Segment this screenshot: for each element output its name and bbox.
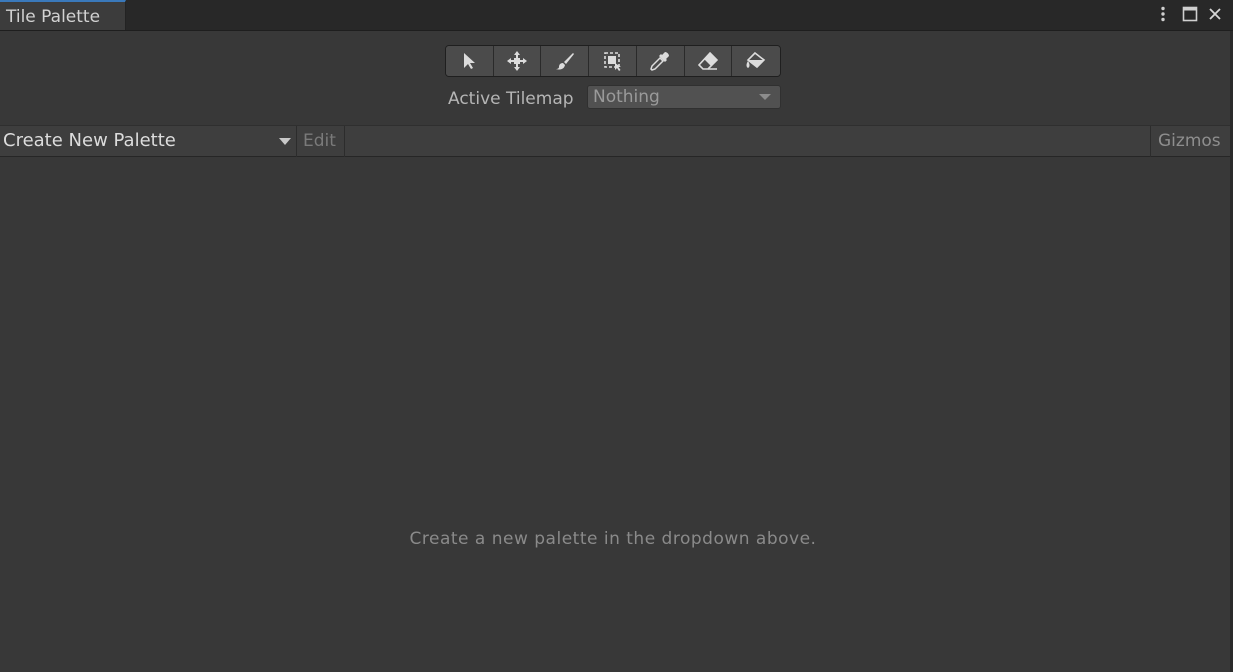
chevron-down-icon [759,94,771,100]
palette-dropdown[interactable]: Create New Palette [0,126,297,157]
edit-button-label: Edit [303,131,336,151]
flood-fill-tool-button[interactable] [732,46,780,76]
palette-dropdown-label: Create New Palette [3,130,176,151]
move-tool-button[interactable] [493,46,542,76]
active-tilemap-value: Nothing [593,87,660,107]
paint-bucket-icon [745,51,767,71]
maximize-icon[interactable] [1179,3,1201,25]
dropdown-arrow-icon [279,138,291,145]
brush-icon [555,51,575,71]
box-fill-tool-button[interactable] [589,46,637,76]
eraser-icon [697,51,718,71]
more-options-icon[interactable] [1152,3,1174,25]
tab-tile-palette[interactable]: Tile Palette [0,0,126,30]
pick-tool-button[interactable] [636,46,685,76]
box-select-icon [603,51,623,71]
close-icon[interactable] [1204,3,1226,25]
empty-palette-message: Create a new palette in the dropdown abo… [409,529,817,549]
active-tilemap-label: Active Tilemap [448,89,574,109]
window-titlebar: Tile Palette [0,0,1233,31]
edit-button[interactable]: Edit [297,126,345,157]
eyedropper-icon [650,51,670,71]
tool-area: Active Tilemap Nothing [0,31,1233,125]
palette-toolbar: Create New Palette Edit Gizmos [0,125,1233,157]
gizmos-button[interactable]: Gizmos [1150,126,1233,157]
move-arrows-icon [506,50,528,72]
paint-tool-button[interactable] [541,46,590,76]
select-tool-button[interactable] [446,46,494,76]
gizmos-button-label: Gizmos [1158,131,1221,151]
tool-button-group [445,45,781,77]
tab-label: Tile Palette [6,7,101,27]
active-tilemap-dropdown[interactable]: Nothing [587,85,781,109]
erase-tool-button[interactable] [684,46,733,76]
arrow-pointer-icon [461,52,477,70]
